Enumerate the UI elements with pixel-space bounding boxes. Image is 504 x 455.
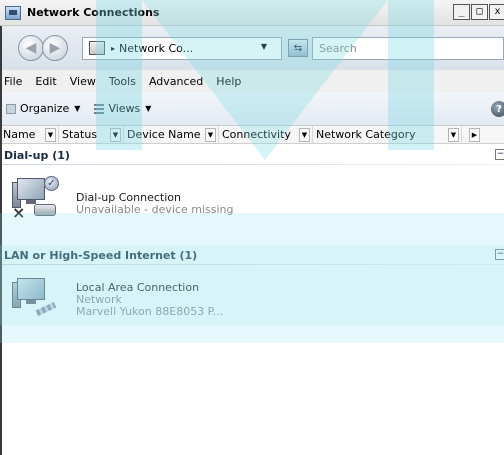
chevron-down-icon: ▼ (74, 104, 81, 113)
column-device-name[interactable]: Device Name ▼ (124, 126, 219, 143)
back-button[interactable]: ◀ (18, 35, 44, 61)
menu-help[interactable]: Help (216, 75, 241, 88)
address-path[interactable]: Network Co... (119, 42, 193, 55)
chevron-down-icon[interactable]: ▼ (110, 127, 121, 142)
menu-advanced[interactable]: Advanced (149, 75, 203, 88)
chevron-down-icon[interactable]: ▼ (448, 127, 459, 142)
window-controls: _ □ x (452, 4, 504, 20)
chevron-down-icon[interactable]: ▼ (205, 127, 216, 142)
minimize-button[interactable]: _ (453, 4, 470, 20)
refresh-button[interactable]: ⇆ (288, 39, 308, 57)
close-button[interactable]: x (489, 4, 504, 20)
chevron-down-icon[interactable]: ▼ (299, 127, 310, 142)
column-network-category[interactable]: Network Category ▼ (313, 126, 462, 143)
forward-arrow-icon: ▶ (49, 40, 61, 56)
group-header-dialup[interactable]: Dial-up (1) − (0, 145, 504, 165)
check-icon: ✓ (44, 176, 59, 191)
menu-file[interactable]: File (4, 75, 22, 88)
column-status[interactable]: Status ▼ (59, 126, 124, 143)
forward-button[interactable]: ▶ (42, 35, 68, 61)
organize-button[interactable]: Organize ▼ (6, 102, 80, 115)
column-name[interactable]: Name ▼ (0, 126, 59, 143)
chevron-down-icon[interactable]: ▼ (45, 127, 56, 142)
group-title: LAN or High-Speed Internet (1) (4, 248, 198, 262)
chevron-right-icon[interactable]: ▶ (469, 127, 480, 142)
window-left-border (0, 26, 2, 455)
views-icon (94, 103, 105, 114)
search-input[interactable]: Search (312, 36, 504, 60)
column-connectivity-label: Connectivity (222, 128, 291, 141)
group-divider (0, 264, 504, 265)
list-item-local-area-connection[interactable]: Local Area Connection Network Marvell Yu… (12, 276, 223, 320)
collapse-icon[interactable]: − (495, 249, 504, 260)
column-status-label: Status (62, 128, 98, 141)
list-item-dialup-connection[interactable]: ✓ × Dial-up Connection Unavailable - dev… (12, 176, 234, 222)
menu-edit[interactable]: Edit (35, 75, 56, 88)
chevron-down-icon: ▼ (145, 104, 152, 113)
menu-bar: File Edit View Tools Advanced Help (0, 70, 504, 92)
column-network-category-label: Network Category (316, 128, 416, 141)
window-title: Network Connections (27, 6, 160, 19)
back-arrow-icon: ◀ (25, 40, 37, 56)
column-header-row: Name ▼ Status ▼ Device Name ▼ Connectivi… (0, 126, 504, 144)
command-toolbar: Organize ▼ Views ▼ ? (0, 92, 504, 126)
network-connections-icon (5, 5, 21, 20)
breadcrumb-arrow-icon[interactable]: ▸ (111, 44, 115, 53)
collapse-icon[interactable]: − (495, 149, 504, 160)
title-bar: Network Connections _ □ x (0, 0, 504, 26)
computer-icon (89, 41, 105, 55)
column-more[interactable]: ▶ (462, 126, 504, 143)
refresh-icon: ⇆ (293, 42, 303, 54)
views-button[interactable]: Views ▼ (94, 102, 151, 115)
menu-view[interactable]: View (70, 75, 96, 88)
help-icon[interactable]: ? (491, 101, 504, 117)
group-divider (0, 164, 504, 165)
organize-icon (6, 103, 16, 114)
maximize-button[interactable]: □ (471, 4, 488, 20)
column-device-name-label: Device Name (127, 128, 201, 141)
column-name-label: Name (3, 128, 36, 141)
views-label: Views (108, 102, 141, 115)
menu-tools[interactable]: Tools (109, 75, 136, 88)
organize-label: Organize (20, 102, 70, 115)
address-box[interactable]: ▸ Network Co... ▼ (82, 36, 282, 60)
address-bar: ◀ ▶ ▸ Network Co... ▼ ⇆ Search (0, 26, 504, 70)
address-dropdown-icon[interactable]: ▼ (261, 42, 267, 51)
dialup-icon: ✓ × (12, 176, 64, 222)
error-x-icon: × (12, 203, 26, 222)
item-device: Marvell Yukon 88E8053 P... (76, 305, 224, 318)
item-status: Unavailable - device missing (76, 203, 234, 216)
lan-icon (12, 276, 64, 320)
group-title: Dial-up (1) (4, 148, 70, 162)
group-header-lan[interactable]: LAN or High-Speed Internet (1) − (0, 245, 504, 265)
column-connectivity[interactable]: Connectivity ▼ (219, 126, 313, 143)
